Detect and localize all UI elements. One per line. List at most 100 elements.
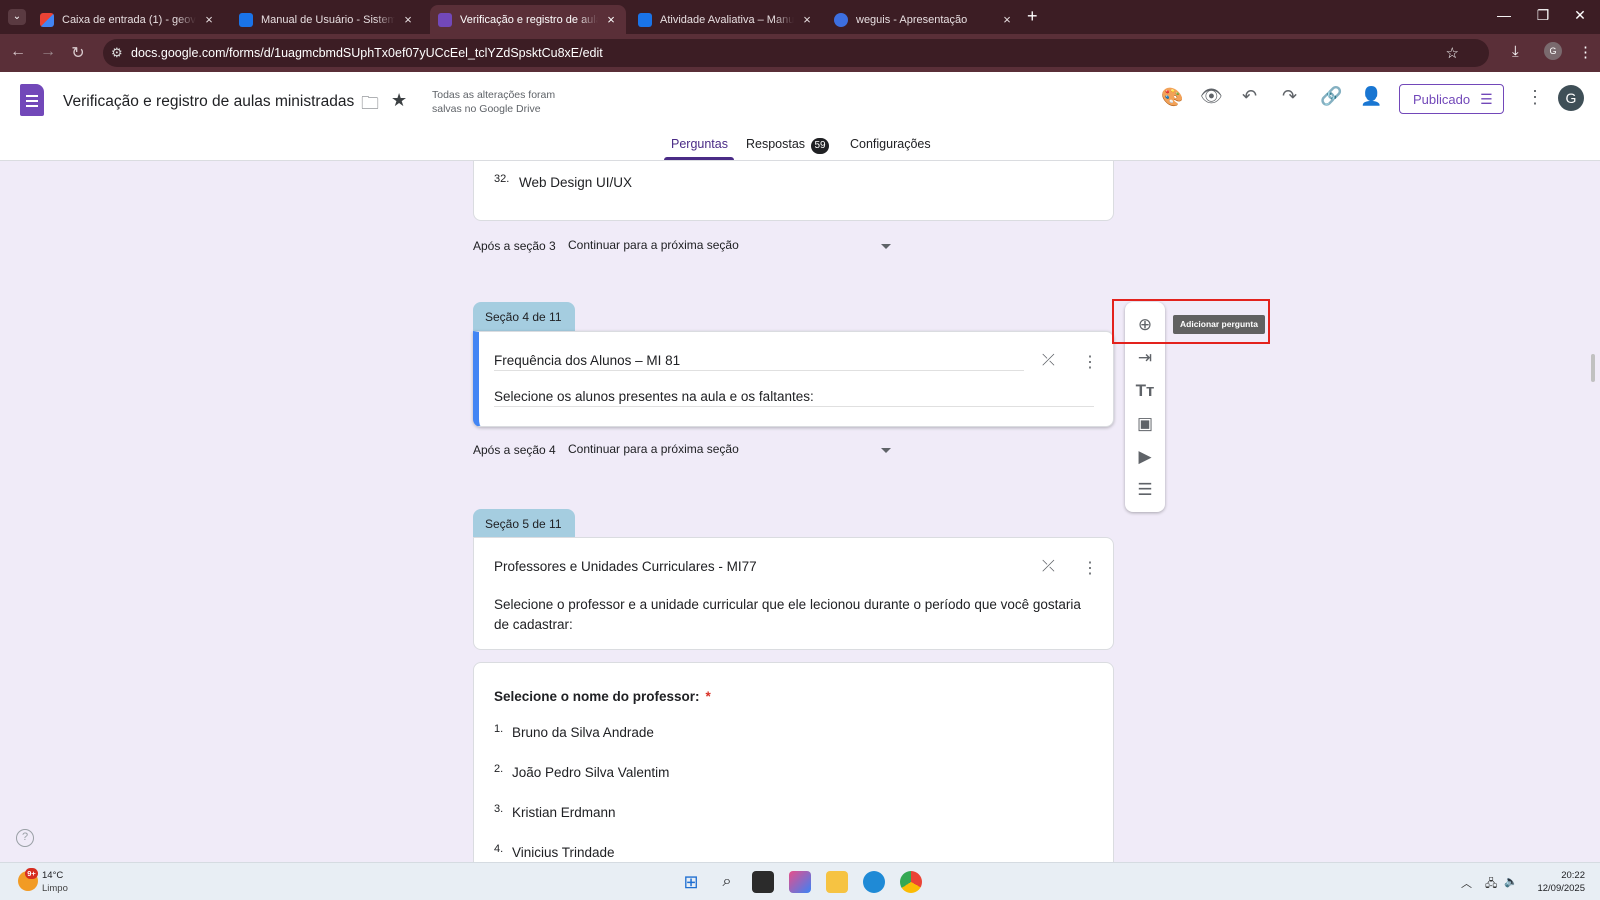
- save-status: Todas as alterações foram salvas no Goog…: [432, 88, 555, 116]
- add-collaborators-icon[interactable]: 👤: [1360, 86, 1382, 107]
- option-label[interactable]: João Pedro Silva Valentim: [512, 765, 669, 780]
- section-4-title[interactable]: Frequência dos Alunos – MI 81: [494, 353, 680, 368]
- after-section-label: Após a seção 3: [473, 239, 556, 253]
- scrollbar-thumb[interactable]: [1591, 354, 1595, 382]
- file-explorer-icon[interactable]: [826, 871, 848, 893]
- tab-responses[interactable]: Respostas 59: [746, 137, 830, 154]
- weather-temperature: 14°C: [42, 870, 64, 881]
- weather-condition: Limpo: [42, 883, 68, 894]
- description-underline: [494, 406, 1094, 407]
- close-tab-icon[interactable]: ×: [401, 12, 415, 27]
- weather-badge: 9+: [25, 868, 38, 879]
- add-video-icon[interactable]: ▶: [1135, 447, 1155, 467]
- question-title-text: Selecione o nome do professor:: [494, 689, 700, 704]
- copilot-icon[interactable]: [789, 871, 811, 893]
- section-5-description[interactable]: Selecione o professor e a unidade curric…: [494, 595, 1084, 635]
- tab-search-button[interactable]: ⌄: [8, 9, 26, 25]
- help-icon[interactable]: ?: [16, 829, 34, 847]
- browser-menu-icon[interactable]: ⋮: [1578, 43, 1593, 61]
- more-options-icon[interactable]: ⋮: [1526, 87, 1544, 108]
- start-menu-icon[interactable]: ⊞: [680, 871, 702, 893]
- tab-settings[interactable]: Configurações: [850, 137, 931, 151]
- site-info-icon[interactable]: ⚙: [111, 45, 123, 61]
- section-navigation-select[interactable]: Continuar para a próxima seção: [568, 442, 739, 456]
- browser-tab-manual[interactable]: Manual de Usuário - Sistema de ×: [231, 5, 423, 34]
- option-label[interactable]: Bruno da Silva Andrade: [512, 725, 654, 740]
- close-tab-icon[interactable]: ×: [202, 12, 216, 27]
- form-title[interactable]: Verificação e registro de aulas ministra…: [63, 93, 354, 111]
- preview-eye-icon[interactable]: 👁: [1200, 86, 1223, 107]
- question-card-options[interactable]: 32. Web Design UI/UX: [473, 161, 1114, 221]
- section-4-description[interactable]: Selecione os alunos presentes na aula e …: [494, 389, 814, 404]
- new-tab-button[interactable]: +: [1027, 6, 1038, 27]
- close-tab-icon[interactable]: ×: [1000, 12, 1014, 27]
- active-tab-indicator: [664, 157, 734, 160]
- option-number: 32.: [494, 173, 510, 185]
- copy-link-icon[interactable]: 🔗: [1320, 86, 1342, 107]
- customize-theme-icon[interactable]: 🎨: [1161, 87, 1183, 108]
- user-avatar[interactable]: G: [1558, 85, 1584, 111]
- section-more-icon[interactable]: ⋮: [1082, 558, 1098, 578]
- undo-icon[interactable]: ↶: [1242, 86, 1257, 107]
- address-bar[interactable]: ⚙ docs.google.com/forms/d/1uagmcbmdSUphT…: [103, 39, 1489, 67]
- reload-icon[interactable]: ↻: [68, 43, 88, 63]
- option-label[interactable]: Web Design UI/UX: [519, 175, 632, 190]
- option-label[interactable]: Vinicius Trindade: [512, 845, 615, 860]
- tab-questions[interactable]: Perguntas: [671, 137, 728, 151]
- browser-tab-weguis[interactable]: weguis - Apresentação ×: [826, 5, 1022, 34]
- add-section-icon[interactable]: ☰: [1135, 480, 1155, 500]
- browser-tab-atividade[interactable]: Atividade Avaliativa – Manual d ×: [630, 5, 822, 34]
- edge-icon[interactable]: [863, 871, 885, 893]
- gmail-icon: [40, 12, 54, 27]
- import-questions-icon[interactable]: ⇥: [1135, 348, 1155, 368]
- tab-title: Verificação e registro de aulas m: [460, 13, 598, 26]
- close-tab-icon[interactable]: ×: [800, 12, 814, 27]
- dropdown-arrow-icon[interactable]: [881, 448, 891, 453]
- download-icon[interactable]: ⤓: [1512, 43, 1519, 60]
- system-clock[interactable]: 20:22 12/09/2025: [1537, 869, 1585, 895]
- browser-toolbar: ← → ↻ ⚙ docs.google.com/forms/d/1uagmcbm…: [0, 34, 1600, 72]
- section-navigation-select[interactable]: Continuar para a próxima seção: [568, 238, 739, 252]
- published-label: Publicado: [1413, 91, 1471, 107]
- search-icon[interactable]: ⌕: [716, 871, 738, 893]
- section-5-title[interactable]: Professores e Unidades Curriculares - MI…: [494, 559, 757, 574]
- option-number: 2.: [494, 763, 504, 775]
- forms-logo-icon[interactable]: [20, 84, 44, 116]
- forms-icon: [438, 12, 452, 27]
- add-title-icon[interactable]: Tт: [1135, 381, 1155, 401]
- browser-tab-gmail[interactable]: Caixa de entrada (1) - geovanna ×: [32, 5, 224, 34]
- close-window-icon[interactable]: ✕: [1560, 7, 1600, 24]
- forms-header: Verificação e registro de aulas ministra…: [0, 72, 1600, 161]
- collapse-section-icon[interactable]: ⤫: [1042, 352, 1055, 370]
- back-icon[interactable]: ←: [8, 43, 28, 61]
- redo-icon[interactable]: ↷: [1282, 86, 1297, 107]
- minimize-window-icon[interactable]: —: [1484, 7, 1524, 23]
- network-icon[interactable]: 🖧: [1485, 875, 1497, 894]
- docs-icon: [638, 12, 652, 27]
- save-status-line-2: salvas no Google Drive: [432, 103, 541, 115]
- question-card-professor[interactable]: Selecione o nome do professor: * 1. Bruno…: [473, 662, 1114, 862]
- option-label[interactable]: Kristian Erdmann: [512, 805, 616, 820]
- bookmark-star-icon[interactable]: ☆: [1446, 44, 1459, 62]
- browser-profile-avatar[interactable]: G: [1544, 42, 1562, 60]
- restore-window-icon[interactable]: ❐: [1523, 7, 1563, 24]
- chevron-up-icon[interactable]: ︿: [1461, 875, 1472, 891]
- task-view-icon[interactable]: [752, 871, 774, 893]
- star-icon[interactable]: ★: [391, 90, 407, 111]
- question-title[interactable]: Selecione o nome do professor: *: [494, 689, 711, 704]
- move-to-folder-icon[interactable]: 🗀: [361, 91, 379, 121]
- dropdown-arrow-icon[interactable]: [881, 244, 891, 249]
- volume-icon[interactable]: 🔈: [1504, 875, 1518, 888]
- close-tab-icon[interactable]: ×: [604, 12, 618, 27]
- title-underline: [494, 370, 1024, 371]
- forward-icon[interactable]: →: [38, 43, 58, 61]
- section-more-icon[interactable]: ⋮: [1082, 352, 1098, 372]
- chrome-icon[interactable]: [900, 871, 922, 893]
- section-5-header-card[interactable]: Professores e Unidades Curriculares - MI…: [473, 537, 1114, 650]
- browser-tab-forms-active[interactable]: Verificação e registro de aulas m ×: [430, 5, 626, 34]
- section-4-header-card[interactable]: Frequência dos Alunos – MI 81 ⤫ ⋮ Seleci…: [473, 331, 1114, 427]
- add-image-icon[interactable]: ▣: [1135, 414, 1155, 434]
- option-number: 1.: [494, 723, 504, 735]
- collapse-section-icon[interactable]: ⤫: [1042, 558, 1055, 576]
- published-button[interactable]: Publicado ☰: [1399, 84, 1504, 114]
